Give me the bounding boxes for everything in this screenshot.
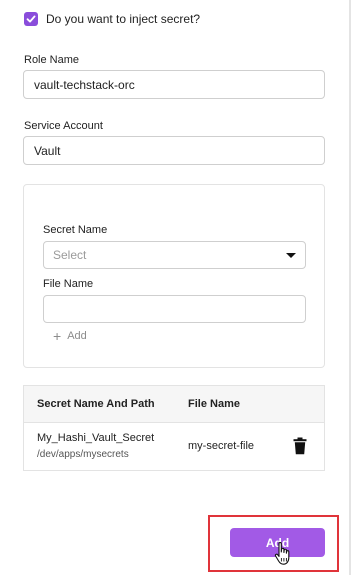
file-name-cell: my-secret-file — [188, 440, 255, 452]
column-header-secret-name: Secret Name And Path — [37, 398, 155, 410]
role-name-label: Role Name — [24, 54, 80, 66]
secret-name-select[interactable]: Select — [43, 241, 306, 269]
service-account-value: Vault — [34, 143, 61, 158]
inject-secret-row[interactable]: Do you want to inject secret? — [24, 12, 200, 26]
trash-icon[interactable] — [293, 437, 307, 455]
plus-icon: + — [53, 328, 62, 344]
add-secret-label: Add — [67, 330, 87, 342]
checkmark-icon — [26, 15, 36, 23]
column-header-file-name: File Name — [188, 398, 240, 410]
secret-name-placeholder: Select — [53, 248, 87, 262]
inject-secret-checkbox[interactable] — [24, 12, 38, 26]
add-secret-link[interactable]: + Add — [53, 329, 87, 343]
file-name-input[interactable] — [43, 295, 306, 323]
service-account-field[interactable]: Vault — [23, 136, 325, 165]
hand-pointer-cursor-icon — [274, 541, 290, 565]
secret-name-label: Secret Name — [43, 224, 108, 236]
caret-down-icon — [286, 252, 296, 258]
secrets-table: Secret Name And Path File Name My_Hashi_… — [23, 385, 325, 471]
secret-name-cell: My_Hashi_Vault_Secret — [37, 432, 155, 444]
table-header: Secret Name And Path File Name — [24, 386, 324, 423]
file-name-label: File Name — [43, 278, 94, 290]
service-account-label: Service Account — [24, 120, 103, 132]
secret-path-cell: /dev/apps/mysecrets — [37, 449, 129, 460]
role-name-value: vault-techstack-orc — [34, 77, 135, 92]
inject-secret-label: Do you want to inject secret? — [46, 12, 201, 26]
table-row: My_Hashi_Vault_Secret /dev/apps/mysecret… — [24, 423, 324, 471]
secret-form-card: Secret Name Select File Name + Add — [23, 184, 325, 368]
role-name-field[interactable]: vault-techstack-orc — [23, 70, 325, 99]
